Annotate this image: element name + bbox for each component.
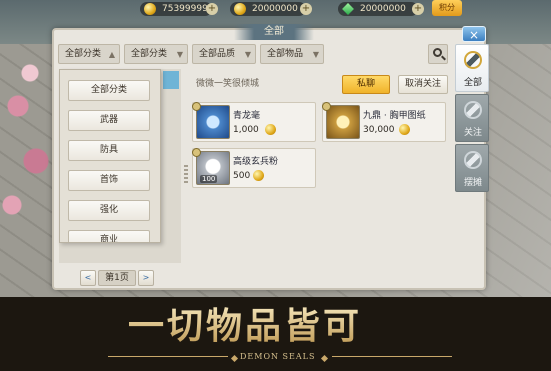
next-page-button[interactable]: > [138,270,154,286]
item-name: 青龙毫 [233,111,261,121]
quill-icon [464,101,482,119]
gold-value: 20000000 [252,4,298,14]
silver-counter: 75399999 + [140,2,218,16]
pager: < 第1页 > [80,270,154,286]
chevron-down-icon: ▼ [244,50,251,59]
item-price: 500 [233,171,251,181]
banner-divider-left [108,356,228,357]
gold-coin-icon [265,124,276,135]
tab-follow-label: 关注 [463,128,482,138]
page-label: 第1页 [98,270,136,286]
tab-stall-label: 摆摊 [463,178,482,188]
item-badge-icon [192,102,201,111]
item-card[interactable]: 青龙毫 1,000 [192,102,316,142]
private-chat-button[interactable]: 私聊 [342,75,390,94]
add-silver-button[interactable]: + [206,3,218,15]
dropdown-item-armor[interactable]: 防具 [68,140,150,161]
chevron-up-icon: ▲ [108,50,115,59]
dropdown-item-enhance[interactable]: 强化 [68,200,150,221]
quill-icon [464,51,482,69]
search-icon-handle [441,55,446,61]
item-name: 九鼎 · 胸甲图纸 [363,111,426,121]
quill-icon [464,151,482,169]
filter-items[interactable]: 全部物品 ▼ [260,44,324,64]
dropdown-item-weapon[interactable]: 武器 [68,110,150,131]
seller-name: 微微一笑很倾城 [196,79,260,89]
chevron-down-icon: ▼ [176,50,183,59]
filter-subcategory[interactable]: 全部分类 ▼ [124,44,188,64]
market-panel: 全部 全部分类 ▲ 全部分类 ▼ 全部品质 ▼ 全部物品 ▼ 全部分类 武器 防… [52,24,486,290]
item-badge-icon [322,102,331,111]
blossom-tree [0,40,60,260]
tab-all[interactable]: 全部 [455,44,489,92]
prev-page-button[interactable]: < [80,270,96,286]
dropdown-item-all[interactable]: 全部分类 [68,80,150,101]
tab-stall[interactable]: 摆摊 [455,144,489,192]
filter-subcategory-label: 全部分类 [131,49,168,59]
unfollow-button[interactable]: 取消关注 [398,75,448,94]
panel-title: 全部 [234,24,314,40]
add-jade-button[interactable]: + [412,3,424,15]
item-card[interactable]: 100 高级玄兵粉 500 [192,148,316,188]
banner-divider-right [332,356,452,357]
gold-coin-icon [253,170,264,181]
gold-coin-icon [399,124,410,135]
silver-coin-icon [144,3,156,15]
jade-gem-icon [342,3,354,15]
dropdown-item-jewelry[interactable]: 首饰 [68,170,150,191]
filter-items-label: 全部物品 [267,49,304,59]
tab-all-label: 全部 [463,78,482,88]
gold-coin-icon [234,3,246,15]
item-price: 30,000 [363,125,395,135]
close-button[interactable]: × [462,26,486,42]
filter-category-label: 全部分类 [65,49,102,59]
tab-follow[interactable]: 关注 [455,94,489,142]
banner-title: 一切物品皆可 [128,305,363,347]
splitter-handle[interactable] [184,165,188,183]
seller-bar: 微微一笑很倾城 私聊 取消关注 [192,72,476,96]
category-dropdown: 全部分类 武器 防具 首饰 强化 商业 [59,69,161,243]
dropdown-item-commerce[interactable]: 商业 [68,230,150,242]
filter-category[interactable]: 全部分类 ▲ [58,44,120,64]
jade-counter: 20000000 + [338,2,424,16]
filter-quality[interactable]: 全部品质 ▼ [192,44,256,64]
category-highlight [163,71,179,89]
item-quantity: 100 [200,175,218,183]
banner-subtitle: DEMON SEALS [240,352,316,361]
item-card[interactable]: 九鼎 · 胸甲图纸 30,000 [322,102,446,142]
recharge-button[interactable]: 积分 [432,0,462,16]
chevron-down-icon: ▼ [312,50,319,59]
item-badge-icon [192,148,201,157]
filter-quality-label: 全部品质 [199,49,236,59]
add-gold-button[interactable]: + [300,3,312,15]
item-name: 高级玄兵粉 [233,157,279,167]
search-button[interactable] [428,44,448,64]
gold-counter: 20000000 + [230,2,312,16]
item-thumbnail [326,105,360,139]
item-price: 1,000 [233,125,259,135]
filter-bar: 全部分类 ▲ 全部分类 ▼ 全部品质 ▼ 全部物品 ▼ [58,44,482,66]
item-thumbnail [196,105,230,139]
silver-value: 75399999 [162,4,208,14]
jade-value: 20000000 [360,4,406,14]
